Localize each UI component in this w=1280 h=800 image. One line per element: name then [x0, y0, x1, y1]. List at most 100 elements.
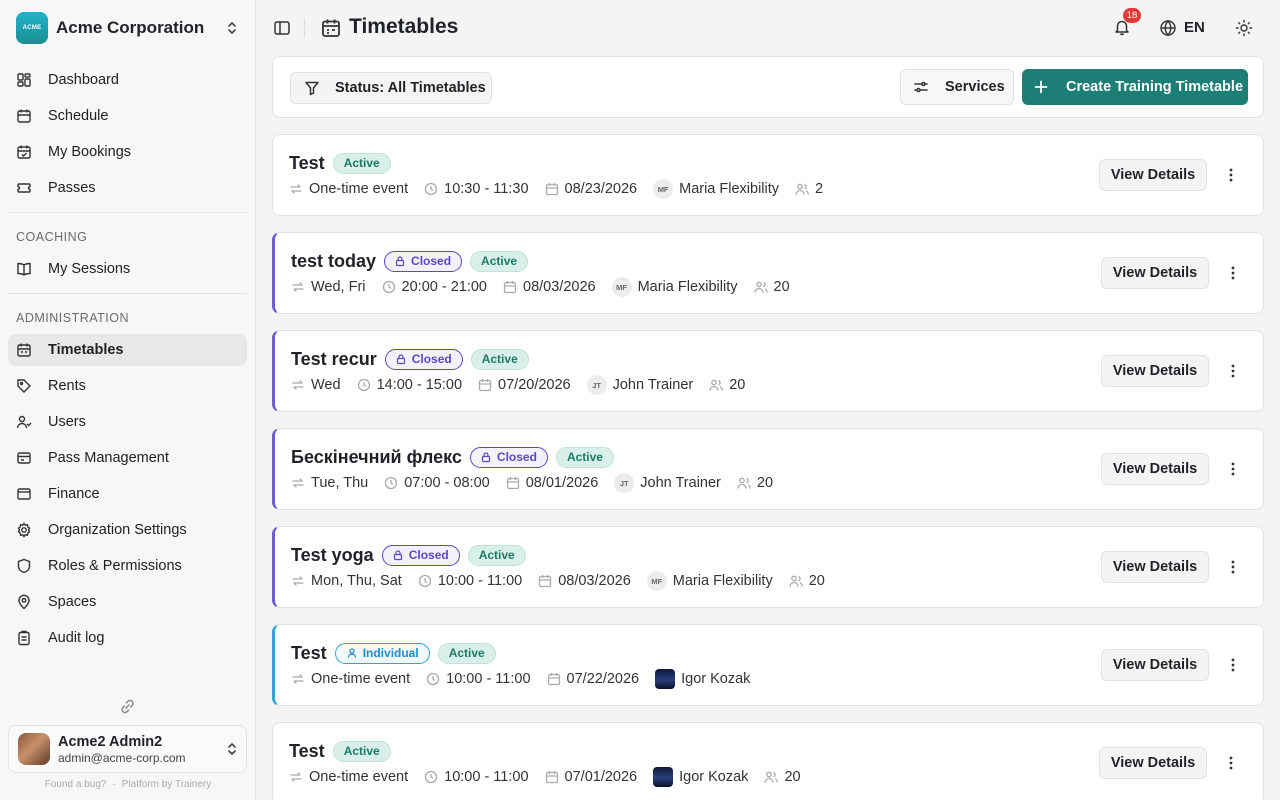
more-options-icon[interactable]	[1223, 167, 1239, 183]
globe-icon[interactable]	[1159, 19, 1177, 37]
language-selector[interactable]: EN	[1184, 19, 1205, 36]
sidebar-item-pass-management[interactable]: Pass Management	[8, 442, 247, 474]
active-badge: Active	[470, 250, 529, 272]
view-details-button[interactable]: View Details	[1101, 453, 1209, 485]
recurrence-value: One-time event	[311, 671, 411, 687]
start-date: 07/22/2026	[547, 671, 640, 687]
sidebar-item-audit-log[interactable]: Audit log	[8, 622, 247, 654]
card-meta: Wed, Fri 20:00 - 21:00 08/03/2026 MF Maria F…	[291, 277, 806, 297]
card-meta: One-time event 10:30 - 11:30 08/23/2026 MF M…	[289, 179, 839, 199]
trainer: MF Maria Flexibility	[653, 179, 779, 199]
calendar-icon	[545, 771, 558, 784]
view-details-button[interactable]: View Details	[1101, 257, 1209, 289]
closed-badge: Closed	[384, 348, 463, 370]
view-details-button[interactable]: View Details	[1099, 747, 1207, 779]
sidebar-item-label: Spaces	[48, 594, 97, 610]
repeat-icon	[290, 184, 302, 194]
timetable-card[interactable]: Test Active One-time event 10:00 - 11:00 07/…	[272, 722, 1264, 800]
top-bar: Timetables 18 EN	[256, 0, 1280, 56]
time-value: 10:00 - 11:00	[446, 671, 531, 687]
time-value: 20:00 - 21:00	[401, 279, 487, 295]
timetable-card[interactable]: Test recur Closed Active Wed 14:00 - 15:00 07…	[272, 330, 1264, 412]
create-timetable-button[interactable]: Create Training Timetable	[1022, 69, 1248, 105]
repeat-icon	[290, 772, 302, 782]
trainer-avatar	[655, 669, 676, 689]
calendar-icon	[545, 183, 558, 196]
user-menu[interactable]: Acme2 Admin2 admin@acme-corp.com	[8, 725, 247, 773]
view-details-button[interactable]: View Details	[1101, 355, 1209, 387]
link-icon[interactable]	[119, 698, 136, 715]
person-icon	[347, 648, 356, 658]
repeat-icon	[292, 282, 304, 292]
card-header: Test Individual Active	[291, 642, 504, 664]
calendar-icon	[539, 575, 552, 588]
timetable-title: Test yoga	[291, 544, 374, 565]
date-value: 07/22/2026	[566, 671, 640, 687]
time-range: 10:30 - 11:30	[424, 181, 529, 197]
recurrence: Wed	[291, 377, 341, 393]
sidebar-item-label: Users	[48, 414, 86, 430]
capacity: 20	[709, 377, 745, 393]
sidebar-item-my-sessions[interactable]: My Sessions	[8, 253, 247, 285]
org-switcher[interactable]: ACME Acme Corporation	[16, 12, 240, 44]
active-badge: Active	[555, 446, 614, 468]
view-details-button[interactable]: View Details	[1101, 551, 1209, 583]
more-options-icon[interactable]	[1225, 265, 1241, 281]
filter-bar: Status: All Timetables Services Create T…	[272, 56, 1264, 118]
more-options-icon[interactable]	[1225, 657, 1241, 673]
timetable-card[interactable]: Test Individual Active One-time event 10:00 …	[272, 624, 1264, 706]
platform-credit[interactable]: Platform by Trainery	[122, 779, 211, 790]
trainer: JT John Trainer	[586, 375, 693, 395]
capacity-value: 20	[773, 279, 790, 295]
lock-icon	[395, 256, 405, 267]
sidebar-item-roles-permissions[interactable]: Roles & Permissions	[8, 550, 247, 582]
active-badge: Active	[467, 544, 526, 566]
more-options-icon[interactable]	[1225, 461, 1241, 477]
sidebar-item-my-bookings[interactable]: My Bookings	[8, 136, 247, 168]
avatar	[18, 733, 50, 765]
start-date: 08/03/2026	[503, 279, 596, 295]
sidebar-item-label: Organization Settings	[48, 522, 187, 538]
closed-badge: Closed	[381, 544, 460, 566]
timetable-card[interactable]: Test yoga Closed Active Mon, Thu, Sat 10:00 …	[272, 526, 1264, 608]
active-badge: Active	[332, 152, 391, 174]
recurrence-value: One-time event	[309, 181, 409, 197]
trainer-initials: JT	[614, 473, 635, 493]
sidebar-item-timetables[interactable]: Timetables	[8, 334, 247, 366]
status-filter-button[interactable]: Status: All Timetables	[290, 72, 492, 104]
recurrence: One-time event	[289, 769, 408, 785]
card-header: Test Active	[289, 152, 399, 174]
services-button[interactable]: Services	[900, 69, 1014, 105]
org-name: Acme Corporation	[56, 18, 205, 37]
bug-report-link[interactable]: Found a bug?	[45, 779, 107, 790]
sun-icon[interactable]	[1235, 19, 1253, 37]
sidebar-item-dashboard[interactable]: Dashboard	[8, 64, 247, 96]
sidebar-item-users[interactable]: Users	[8, 406, 247, 438]
more-options-icon[interactable]	[1225, 363, 1241, 379]
timetable-card[interactable]: test today Closed Active Wed, Fri 20:00 - 21…	[272, 232, 1264, 314]
sidebar: ACME Acme Corporation Dashboard Schedule…	[0, 0, 256, 800]
users-icon	[753, 281, 768, 293]
create-timetable-label: Create Training Timetable	[1066, 79, 1244, 95]
time-range: 14:00 - 15:00	[357, 377, 462, 393]
sidebar-item-schedule[interactable]: Schedule	[8, 100, 247, 132]
trainer-initials: JT	[586, 375, 607, 395]
view-details-button[interactable]: View Details	[1101, 649, 1209, 681]
page-title: Timetables	[349, 15, 459, 38]
sidebar-item-rents[interactable]: Rents	[8, 370, 247, 402]
date-value: 08/03/2026	[523, 279, 596, 295]
timetable-card[interactable]: Test Active One-time event 10:30 - 11:30 08/…	[272, 134, 1264, 216]
sidebar-item-organization-settings[interactable]: Organization Settings	[8, 514, 247, 546]
sidebar-toggle-icon[interactable]	[273, 19, 291, 37]
trainer-name: Maria Flexibility	[679, 181, 780, 197]
sidebar-item-spaces[interactable]: Spaces	[8, 586, 247, 618]
more-options-icon[interactable]	[1225, 559, 1241, 575]
sidebar-item-passes[interactable]: Passes	[8, 172, 247, 204]
trainer-name: Maria Flexibility	[672, 573, 773, 589]
timetable-card[interactable]: Бескінечний флекс Closed Active Tue, Thu 07:…	[272, 428, 1264, 510]
more-options-icon[interactable]	[1223, 755, 1239, 771]
filter-icon	[305, 81, 319, 96]
sidebar-item-finance[interactable]: Finance	[8, 478, 247, 510]
recurrence: One-time event	[289, 181, 408, 197]
view-details-button[interactable]: View Details	[1099, 159, 1207, 191]
